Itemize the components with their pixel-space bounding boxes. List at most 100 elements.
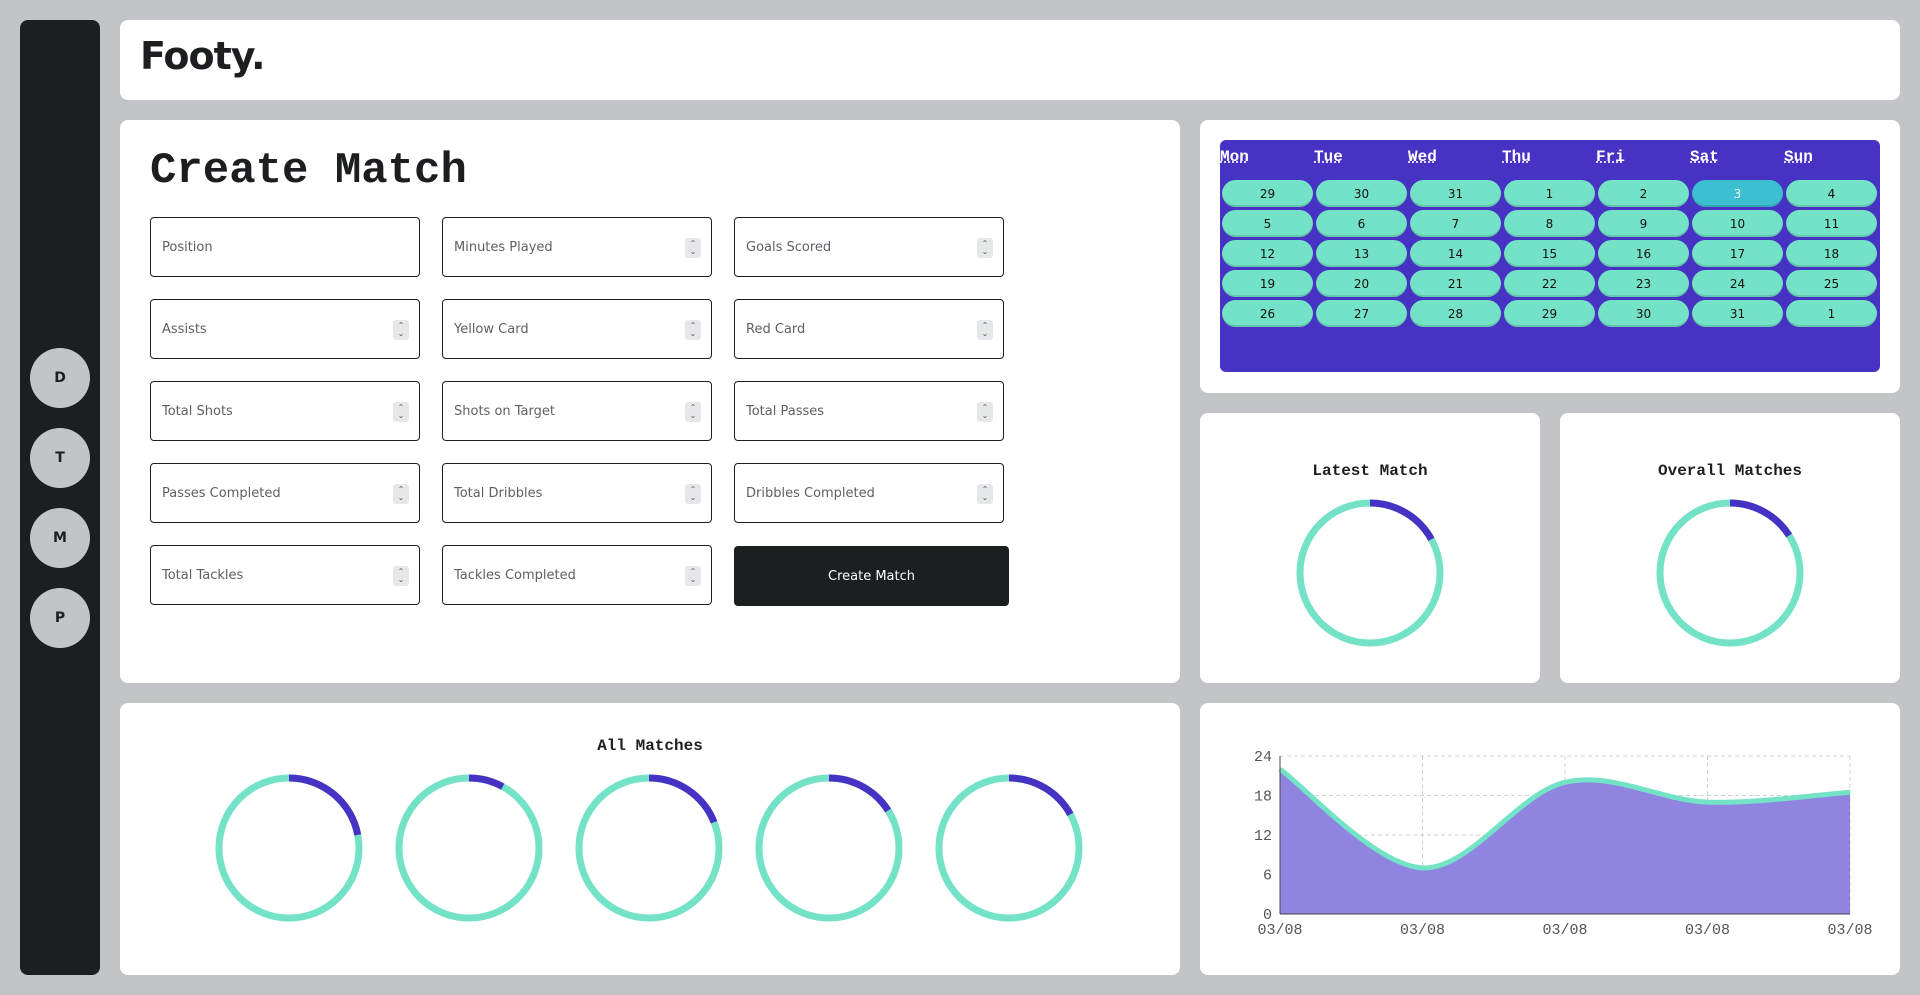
calendar-day[interactable]: 9 bbox=[1598, 210, 1689, 237]
weekday-wed: Wed bbox=[1408, 148, 1437, 166]
create-match-button[interactable]: Create Match bbox=[734, 546, 1009, 606]
number-stepper[interactable]: ⌃ ⌄ bbox=[977, 402, 993, 422]
calendar-day[interactable]: 8 bbox=[1504, 210, 1595, 237]
x-tick-label: 03/08 bbox=[1685, 922, 1730, 939]
number-stepper[interactable]: ⌃ ⌄ bbox=[685, 402, 701, 422]
calendar-day[interactable]: 3 bbox=[1692, 180, 1783, 207]
calendar-day[interactable]: 29 bbox=[1222, 180, 1313, 207]
number-stepper[interactable]: ⌃ ⌄ bbox=[977, 484, 993, 504]
tackles-completed-field[interactable]: Tackles Completed ⌃ ⌄ bbox=[442, 545, 712, 605]
calendar-day[interactable]: 18 bbox=[1786, 240, 1877, 267]
sidebar-item-p[interactable]: P bbox=[30, 588, 90, 648]
position-field[interactable]: Position bbox=[150, 217, 420, 277]
calendar-day[interactable]: 6 bbox=[1316, 210, 1407, 237]
sidebar-item-m[interactable]: M bbox=[30, 508, 90, 568]
number-stepper[interactable]: ⌃ ⌄ bbox=[685, 484, 701, 504]
weekday-sun: Sun bbox=[1784, 148, 1813, 166]
latest-match-ring bbox=[1296, 499, 1444, 647]
calendar-day[interactable]: 17 bbox=[1692, 240, 1783, 267]
calendar-day[interactable]: 28 bbox=[1410, 300, 1501, 327]
calendar-day[interactable]: 11 bbox=[1786, 210, 1877, 237]
calendar-day[interactable]: 10 bbox=[1692, 210, 1783, 237]
total-passes-placeholder: Total Passes bbox=[746, 404, 825, 419]
x-tick-label: 03/08 bbox=[1400, 922, 1445, 939]
calendar-day[interactable]: 24 bbox=[1692, 270, 1783, 297]
weekday-mon: Mon bbox=[1220, 148, 1249, 166]
calendar-day[interactable]: 27 bbox=[1316, 300, 1407, 327]
calendar-day[interactable]: 31 bbox=[1692, 300, 1783, 327]
number-stepper[interactable]: ⌃ ⌄ bbox=[685, 320, 701, 340]
dribbles-completed-field[interactable]: Dribbles Completed ⌃ ⌄ bbox=[734, 463, 1004, 523]
sidebar-item-t[interactable]: T bbox=[30, 428, 90, 488]
stats-chart-card: 0 6 12 18 24 03/08 03/08 03/08 03/08 03/08 bbox=[1200, 703, 1900, 975]
number-stepper[interactable]: ⌃ ⌄ bbox=[685, 238, 701, 258]
match-ring-4 bbox=[755, 774, 903, 922]
calendar-day[interactable]: 31 bbox=[1410, 180, 1501, 207]
y-tick-label: 24 bbox=[1254, 749, 1272, 766]
calendar-day[interactable]: 16 bbox=[1598, 240, 1689, 267]
calendar-day[interactable]: 29 bbox=[1504, 300, 1595, 327]
red-card-placeholder: Red Card bbox=[746, 322, 806, 337]
calendar-day[interactable]: 26 bbox=[1222, 300, 1313, 327]
number-stepper[interactable]: ⌃ ⌄ bbox=[393, 402, 409, 422]
number-stepper[interactable]: ⌃ ⌄ bbox=[977, 320, 993, 340]
overall-matches-ring bbox=[1656, 499, 1804, 647]
red-card-field[interactable]: Red Card ⌃ ⌄ bbox=[734, 299, 1004, 359]
x-tick-label: 03/08 bbox=[1257, 922, 1302, 939]
calendar-day[interactable]: 20 bbox=[1316, 270, 1407, 297]
page-title: Create Match bbox=[150, 146, 467, 196]
calendar-day[interactable]: 30 bbox=[1598, 300, 1689, 327]
match-ring-2 bbox=[395, 774, 543, 922]
calendar-day[interactable]: 13 bbox=[1316, 240, 1407, 267]
total-tackles-placeholder: Total Tackles bbox=[162, 568, 244, 583]
y-tick-label: 6 bbox=[1263, 868, 1272, 885]
number-stepper[interactable]: ⌃ ⌄ bbox=[393, 484, 409, 504]
calendar-day[interactable]: 7 bbox=[1410, 210, 1501, 237]
calendar-day[interactable]: 22 bbox=[1504, 270, 1595, 297]
goals-scored-field[interactable]: Goals Scored ⌃ ⌄ bbox=[734, 217, 1004, 277]
y-tick-label: 18 bbox=[1254, 789, 1272, 806]
yellow-card-field[interactable]: Yellow Card ⌃ ⌄ bbox=[442, 299, 712, 359]
calendar-day[interactable]: 2 bbox=[1598, 180, 1689, 207]
assists-placeholder: Assists bbox=[162, 322, 207, 337]
calendar-day[interactable]: 12 bbox=[1222, 240, 1313, 267]
calendar-day[interactable]: 23 bbox=[1598, 270, 1689, 297]
calendar-day[interactable]: 4 bbox=[1786, 180, 1877, 207]
passes-completed-field[interactable]: Passes Completed ⌃ ⌄ bbox=[150, 463, 420, 523]
total-dribbles-field[interactable]: Total Dribbles ⌃ ⌄ bbox=[442, 463, 712, 523]
calendar-day[interactable]: 19 bbox=[1222, 270, 1313, 297]
yellow-card-placeholder: Yellow Card bbox=[454, 322, 529, 337]
sidebar-item-d[interactable]: D bbox=[30, 348, 90, 408]
total-shots-field[interactable]: Total Shots ⌃ ⌄ bbox=[150, 381, 420, 441]
passes-completed-placeholder: Passes Completed bbox=[162, 486, 281, 501]
calendar-day[interactable]: 30 bbox=[1316, 180, 1407, 207]
shots-on-target-field[interactable]: Shots on Target ⌃ ⌄ bbox=[442, 381, 712, 441]
x-tick-label: 03/08 bbox=[1542, 922, 1587, 939]
calendar-day[interactable]: 15 bbox=[1504, 240, 1595, 267]
number-stepper[interactable]: ⌃ ⌄ bbox=[393, 566, 409, 586]
total-passes-field[interactable]: Total Passes ⌃ ⌄ bbox=[734, 381, 1004, 441]
overall-matches-card: Overall Matches bbox=[1560, 413, 1900, 683]
calendar-day[interactable]: 1 bbox=[1786, 300, 1877, 327]
calendar-day[interactable]: 1 bbox=[1504, 180, 1595, 207]
calendar-day[interactable]: 14 bbox=[1410, 240, 1501, 267]
calendar-day[interactable]: 5 bbox=[1222, 210, 1313, 237]
minutes-played-field[interactable]: Minutes Played ⌃ ⌄ bbox=[442, 217, 712, 277]
total-tackles-field[interactable]: Total Tackles ⌃ ⌄ bbox=[150, 545, 420, 605]
calendar-day[interactable]: 21 bbox=[1410, 270, 1501, 297]
header: Footy. bbox=[120, 20, 1900, 100]
match-ring-1 bbox=[215, 774, 363, 922]
area-chart: 0612182403/08 03/08 03/08 03/08 03/08 bbox=[1254, 749, 1873, 939]
weekday-sat: Sat bbox=[1690, 148, 1719, 166]
number-stepper[interactable]: ⌃ ⌄ bbox=[977, 238, 993, 258]
x-tick-label: 03/08 bbox=[1827, 922, 1872, 939]
total-shots-placeholder: Total Shots bbox=[162, 404, 233, 419]
all-matches-title: All Matches bbox=[597, 737, 703, 755]
number-stepper[interactable]: ⌃ ⌄ bbox=[393, 320, 409, 340]
create-match-card: Create Match Position Minutes Played ⌃ ⌄ Goa… bbox=[120, 120, 1180, 683]
number-stepper[interactable]: ⌃ ⌄ bbox=[685, 566, 701, 586]
sidebar: DTMP bbox=[20, 20, 100, 975]
overall-matches-title: Overall Matches bbox=[1657, 462, 1803, 480]
assists-field[interactable]: Assists ⌃ ⌄ bbox=[150, 299, 420, 359]
calendar-day[interactable]: 25 bbox=[1786, 270, 1877, 297]
